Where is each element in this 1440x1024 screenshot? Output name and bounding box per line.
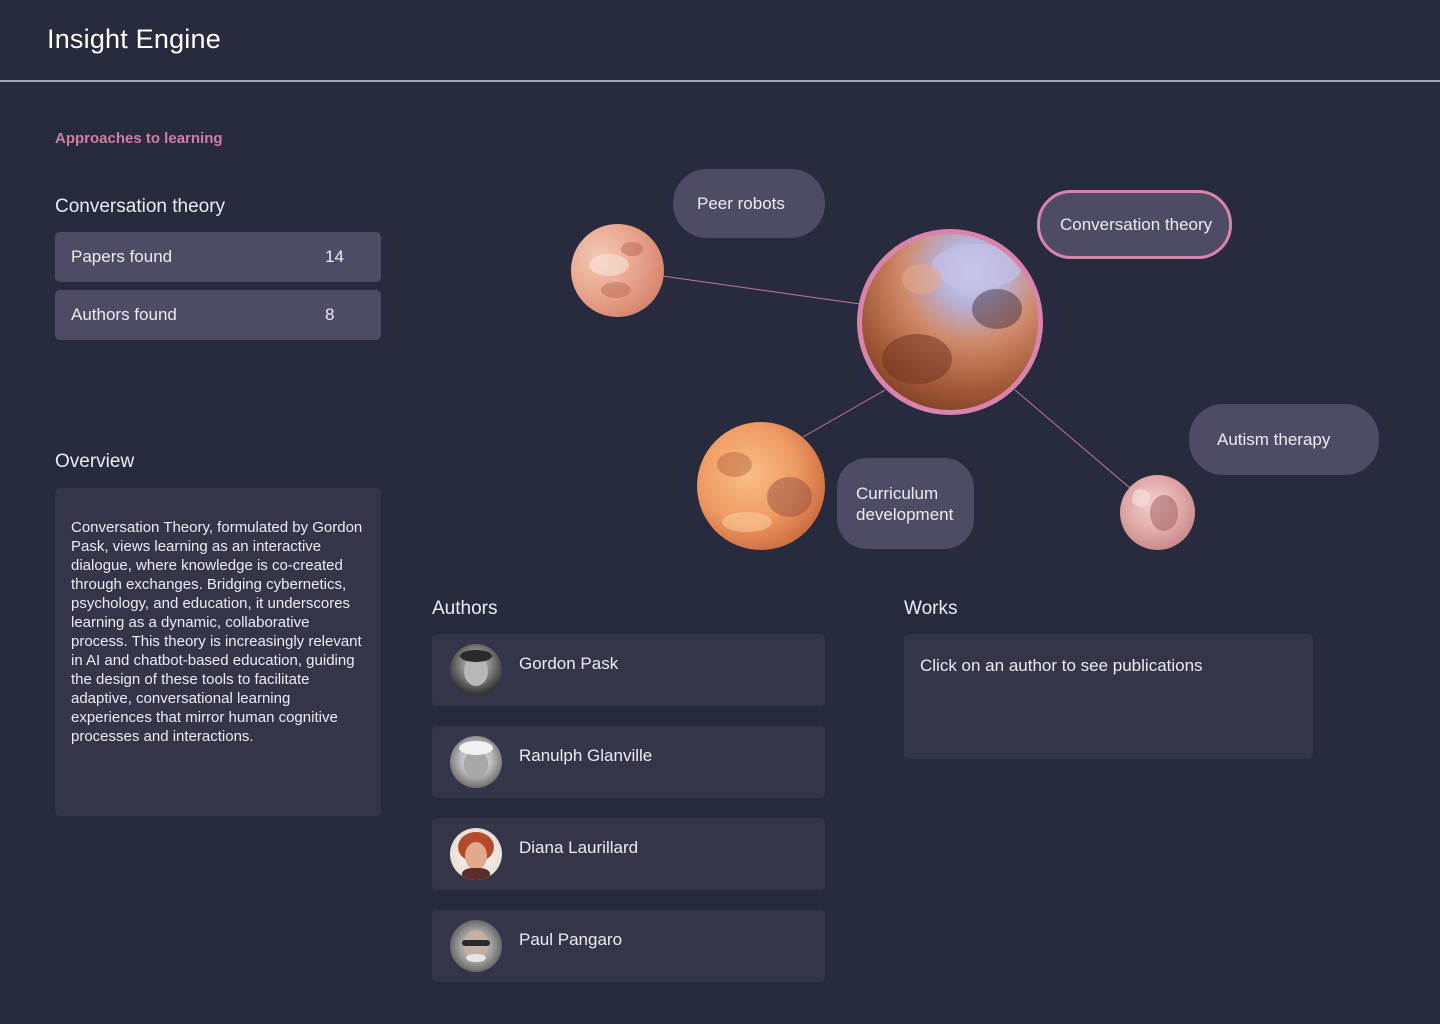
stat-label: Papers found <box>71 247 173 266</box>
author-card[interactable]: Gordon Pask <box>432 634 825 706</box>
graph-label-conversation-theory[interactable]: Conversation theory <box>1037 190 1232 259</box>
author-name: Gordon Pask <box>519 654 619 673</box>
avatar <box>450 644 502 696</box>
section-label[interactable]: Approaches to learning <box>55 130 223 147</box>
planet-node-curriculum[interactable] <box>697 422 825 550</box>
author-name: Ranulph Glanville <box>519 746 653 765</box>
graph-link-curriculum <box>802 389 886 438</box>
stat-card-papers[interactable]: Papers found 14 <box>55 232 381 282</box>
author-card[interactable]: Ranulph Glanville <box>432 726 825 798</box>
planet-node-conversation-theory[interactable] <box>857 229 1043 415</box>
planet-node-peer-robots[interactable] <box>571 224 664 317</box>
authors-title: Authors <box>432 598 498 619</box>
author-card[interactable]: Paul Pangaro <box>432 910 825 982</box>
graph-label-curriculum-development[interactable]: Curriculum development <box>837 458 974 549</box>
works-title: Works <box>904 598 958 619</box>
avatar <box>450 920 502 972</box>
author-name: Paul Pangaro <box>519 930 623 949</box>
overview-title: Overview <box>55 451 135 472</box>
works-placeholder: Click on an author to see publications <box>920 656 1203 675</box>
graph-label-autism-therapy[interactable]: Autism therapy <box>1189 404 1379 475</box>
overview-panel: Conversation Theory, formulated by Gordo… <box>55 488 381 816</box>
stat-label: Authors found <box>71 305 177 324</box>
author-card[interactable]: Diana Laurillard <box>432 818 825 890</box>
works-panel: Click on an author to see publications <box>904 634 1313 759</box>
graph-label-peer-robots[interactable]: Peer robots <box>673 169 825 238</box>
overview-text: Conversation Theory, formulated by Gordo… <box>71 519 363 745</box>
app-header: Insight Engine <box>0 0 1440 82</box>
stat-card-authors[interactable]: Authors found 8 <box>55 290 381 340</box>
topic-title: Conversation theory <box>55 196 226 217</box>
stat-value: 8 <box>325 305 335 324</box>
stat-value: 14 <box>325 247 344 266</box>
planet-node-autism-therapy[interactable] <box>1120 475 1195 550</box>
graph-link-peer <box>661 275 861 305</box>
app-title: Insight Engine <box>47 24 221 54</box>
author-name: Diana Laurillard <box>519 838 639 857</box>
avatar <box>450 736 502 788</box>
avatar <box>450 828 502 880</box>
graph-link-autism <box>1014 389 1131 489</box>
